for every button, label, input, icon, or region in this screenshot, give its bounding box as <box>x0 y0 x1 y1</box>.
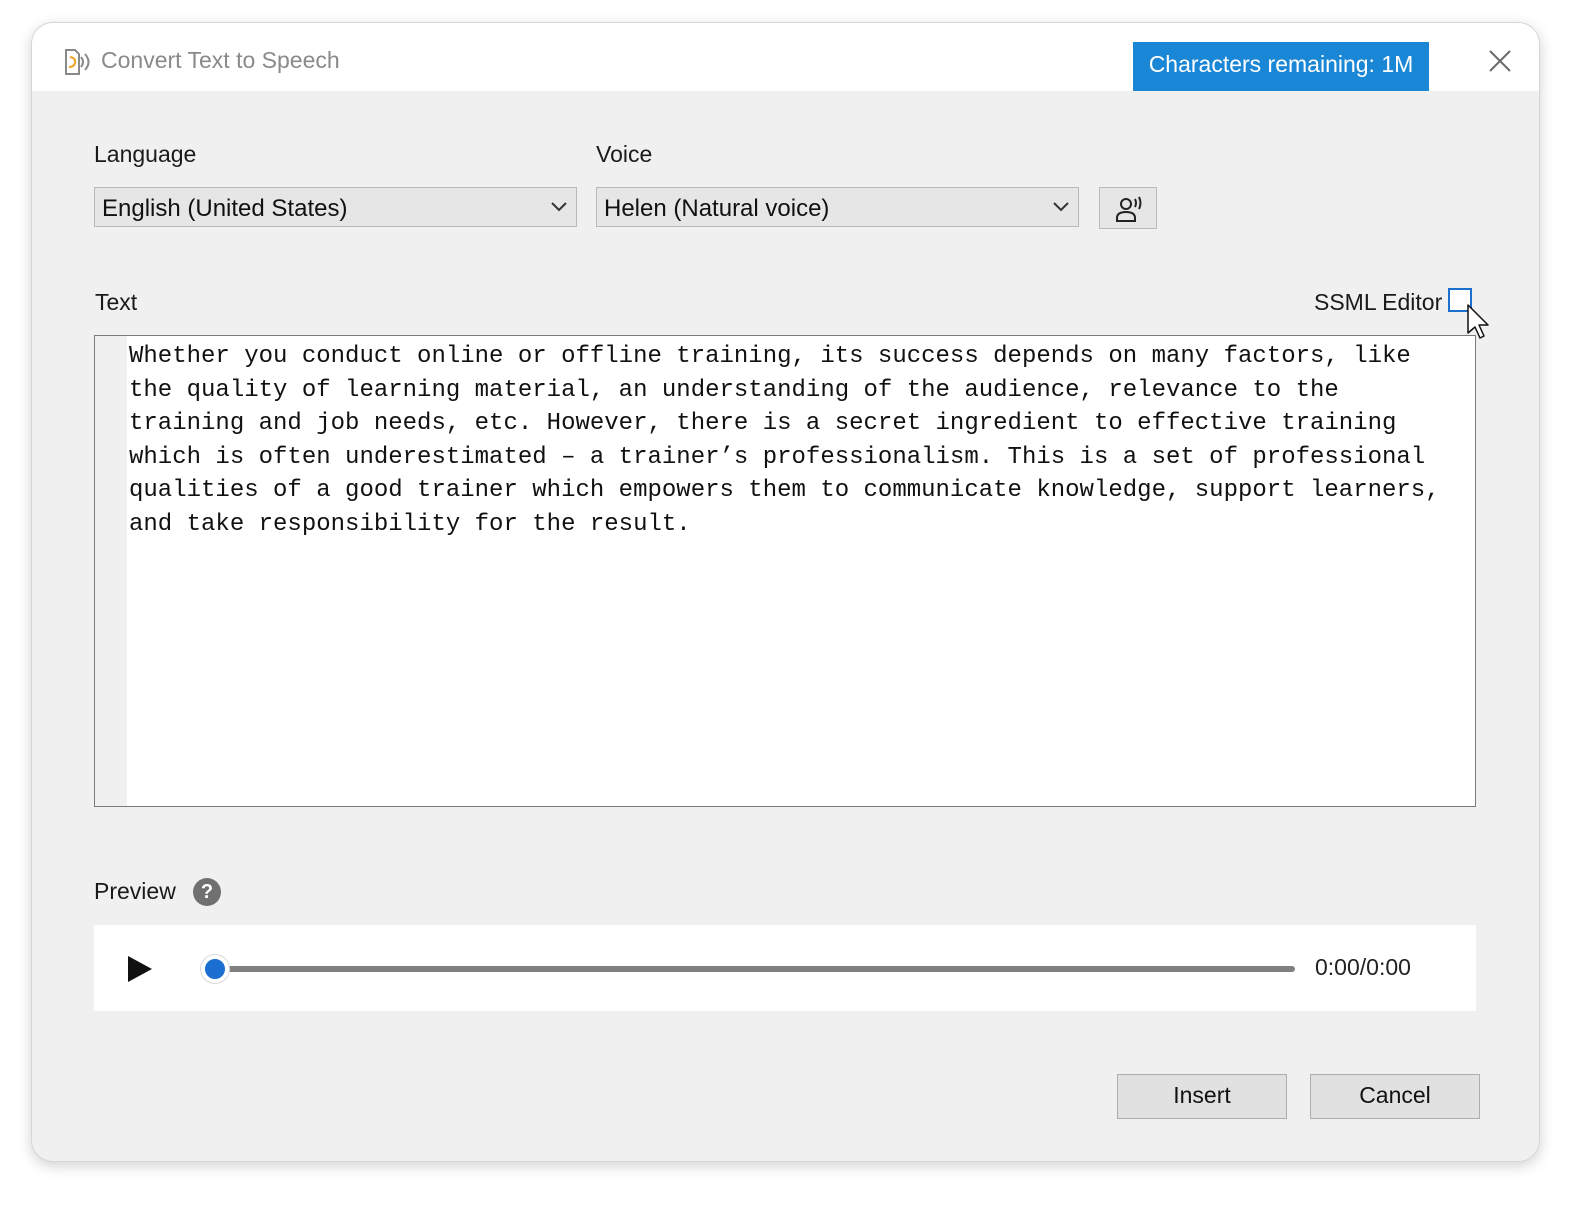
text-gutter <box>95 336 127 806</box>
chevron-down-icon <box>1053 202 1069 212</box>
voice-settings-button[interactable] <box>1099 187 1157 229</box>
voice-value: Helen (Natural voice) <box>604 195 830 222</box>
help-icon[interactable]: ? <box>193 878 221 906</box>
play-icon[interactable] <box>126 954 154 984</box>
voice-dropdown[interactable]: Helen (Natural voice) <box>596 187 1079 227</box>
audio-preview-player: 0:00/0:00 <box>94 925 1476 1011</box>
seek-track[interactable] <box>215 966 1295 972</box>
language-label: Language <box>94 141 197 167</box>
cancel-button[interactable]: Cancel <box>1310 1074 1480 1119</box>
text-label: Text <box>95 289 138 315</box>
close-icon[interactable] <box>1482 43 1518 79</box>
seek-thumb[interactable] <box>201 955 229 983</box>
voice-label: Voice <box>596 141 653 167</box>
mouse-pointer-icon <box>1467 304 1489 339</box>
characters-remaining-badge: Characters remaining: 1M <box>1133 42 1429 91</box>
convert-text-to-speech-dialog: Convert Text to Speech Characters remain… <box>31 22 1540 1162</box>
text-to-speech-icon <box>65 49 90 75</box>
language-dropdown[interactable]: English (United States) <box>94 187 577 227</box>
title-bar: Convert Text to Speech Characters remain… <box>32 23 1539 91</box>
window-title: Convert Text to Speech <box>101 47 340 73</box>
playback-time: 0:00/0:00 <box>1315 954 1411 980</box>
text-content[interactable]: Whether you conduct online or offline tr… <box>129 340 1459 542</box>
preview-label: Preview <box>94 878 176 904</box>
speaking-person-icon <box>1116 196 1142 222</box>
language-value: English (United States) <box>102 195 348 222</box>
chevron-down-icon <box>551 202 567 212</box>
text-input[interactable]: Whether you conduct online or offline tr… <box>94 335 1476 807</box>
ssml-editor-label: SSML Editor <box>1314 289 1443 315</box>
insert-button[interactable]: Insert <box>1117 1074 1287 1119</box>
